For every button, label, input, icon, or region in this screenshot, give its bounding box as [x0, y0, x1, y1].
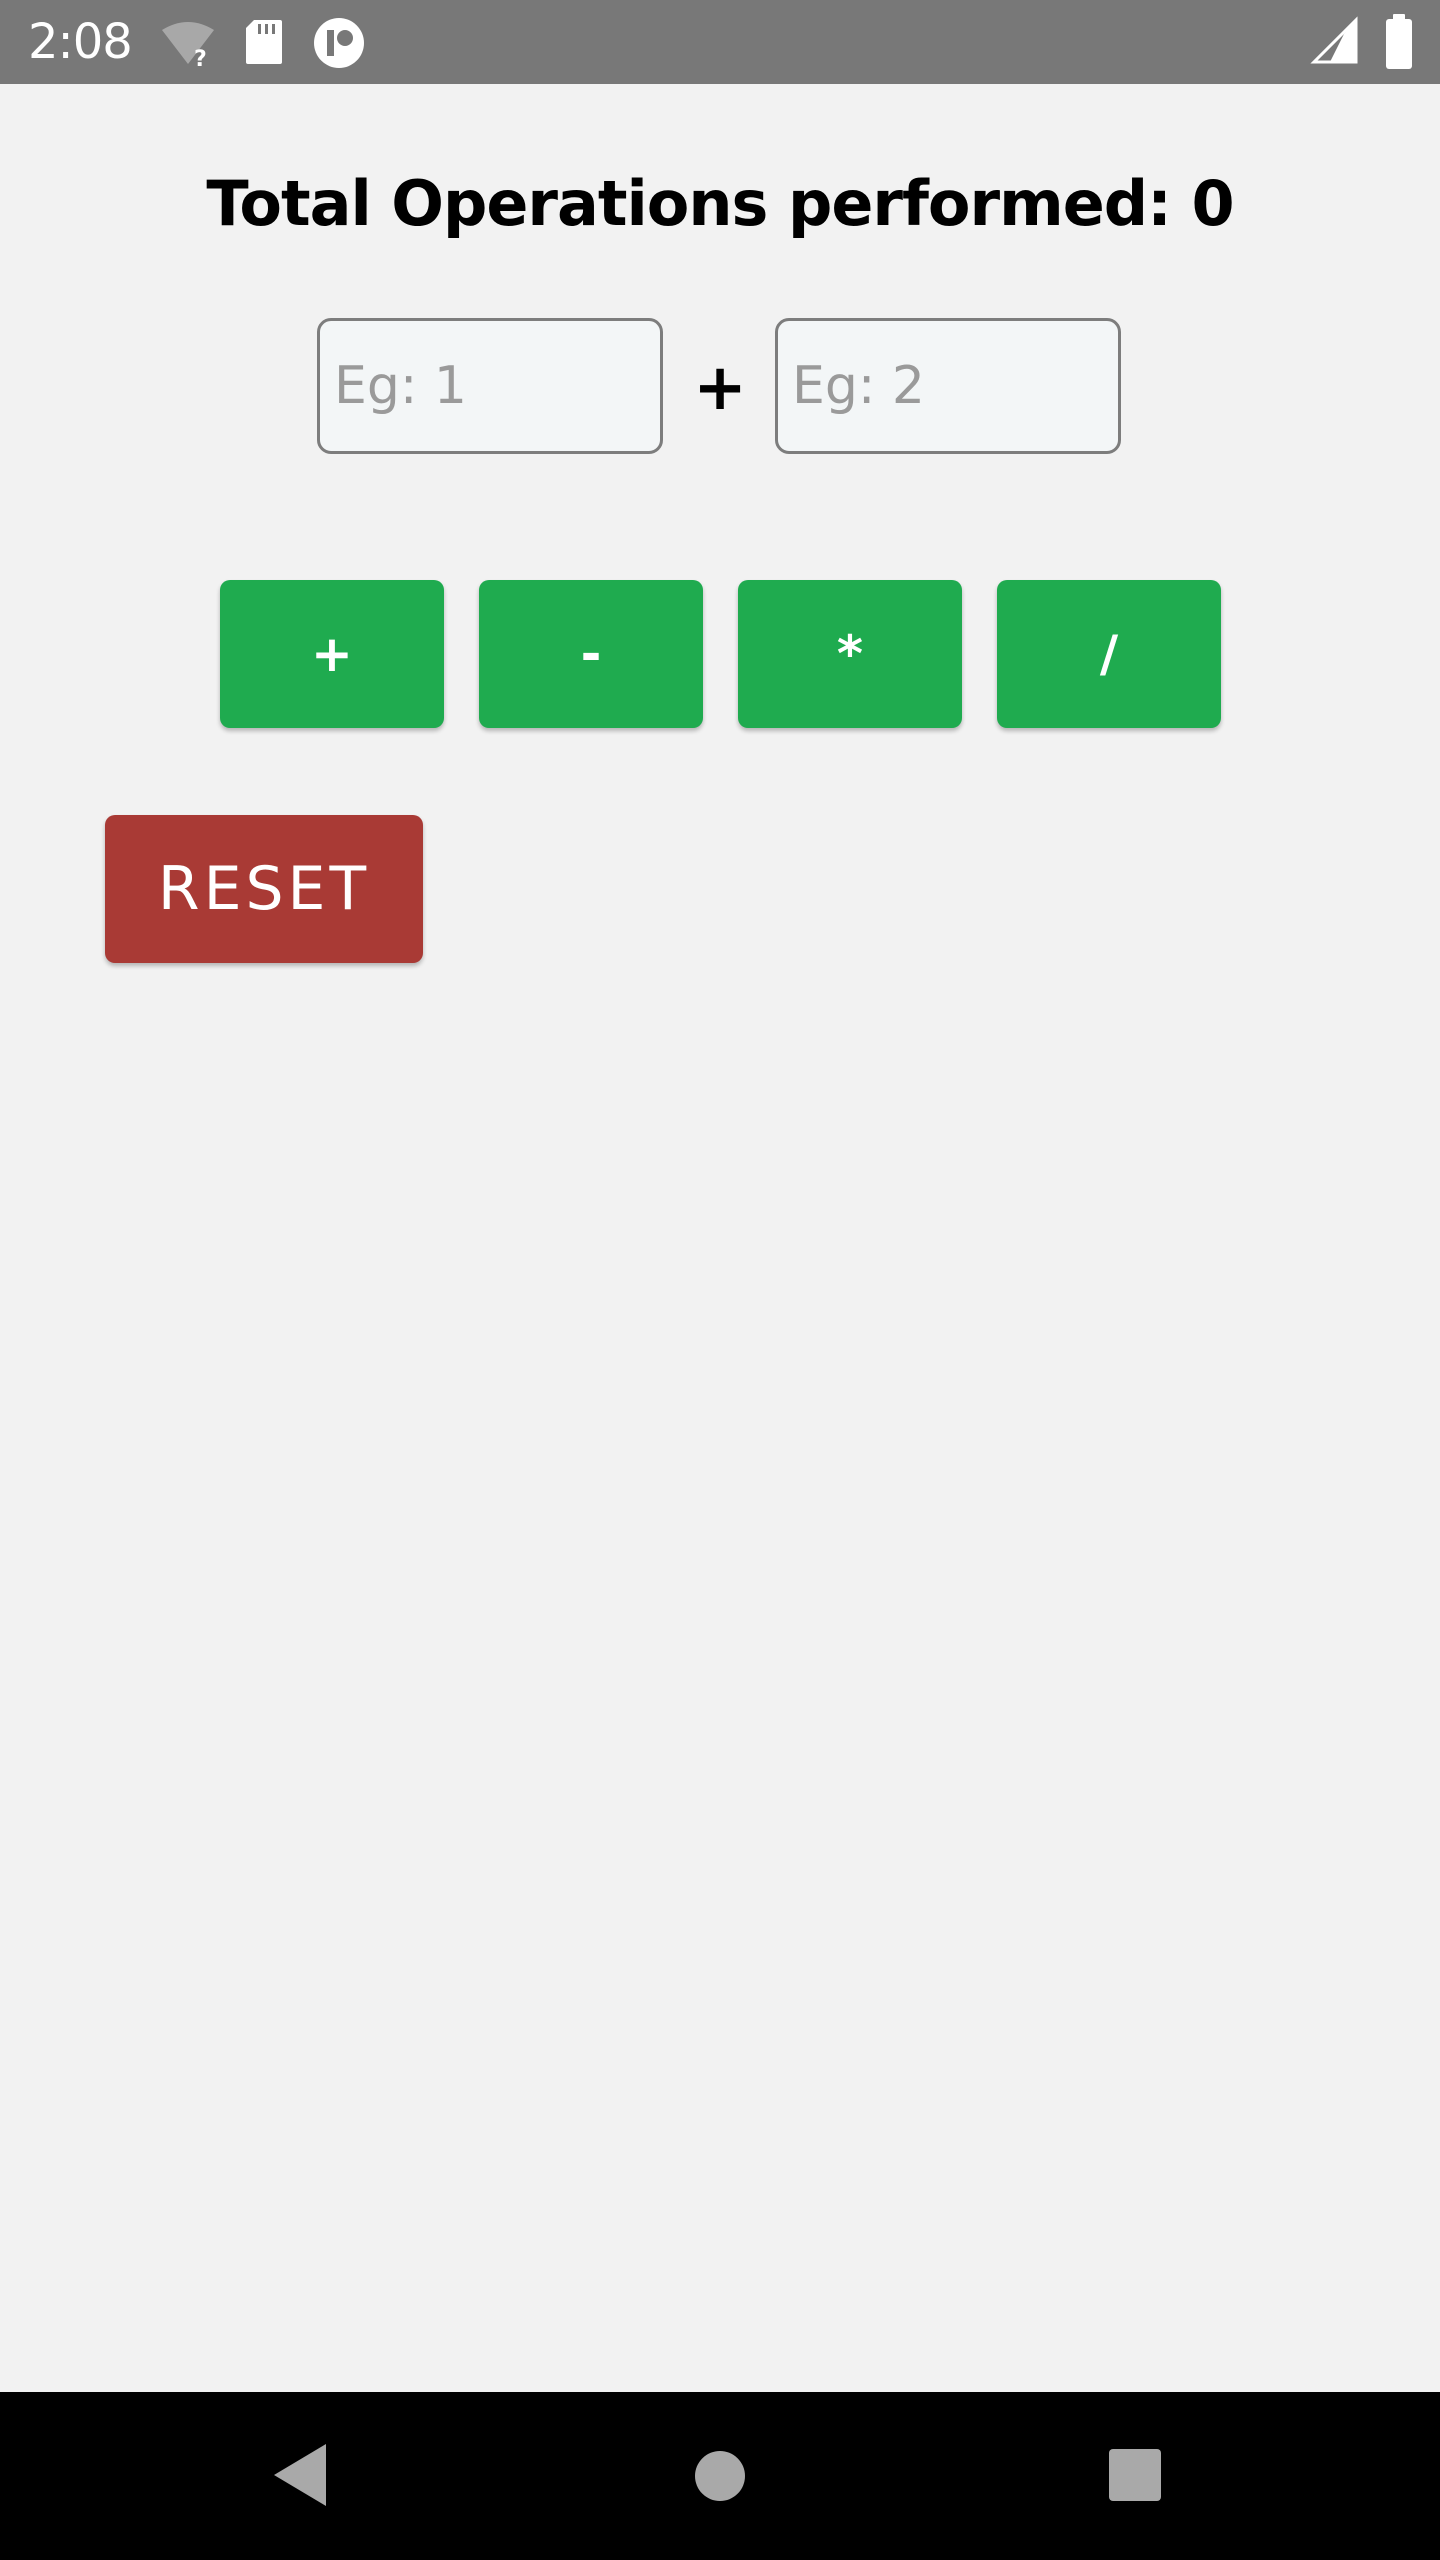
subtract-button[interactable]: -	[479, 580, 703, 728]
sd-card-icon	[246, 20, 282, 64]
reset-button[interactable]: RESET	[105, 815, 423, 963]
status-bar: 2:08 ?	[0, 0, 1440, 84]
cell-signal-icon	[1310, 16, 1358, 64]
app-notification-icon	[314, 18, 364, 68]
status-time: 2:08	[28, 14, 133, 70]
home-icon[interactable]	[694, 2450, 746, 2502]
app-screen: 2:08 ? Total Operations performed: 0 Eg:…	[0, 0, 1440, 2560]
first-number-input[interactable]	[317, 318, 663, 454]
second-number-input[interactable]	[775, 318, 1121, 454]
back-icon[interactable]	[272, 2442, 328, 2508]
total-operations-title: Total Operations performed: 0	[206, 167, 1234, 240]
recents-icon[interactable]	[1108, 2448, 1162, 2502]
multiply-button[interactable]: *	[738, 580, 962, 728]
selected-operator-label: +	[693, 351, 747, 425]
wifi-unknown-icon: ?	[162, 22, 214, 68]
divide-button[interactable]: /	[997, 580, 1221, 728]
add-button[interactable]: +	[220, 580, 444, 728]
svg-text:?: ?	[194, 47, 207, 68]
battery-icon	[1386, 14, 1412, 69]
